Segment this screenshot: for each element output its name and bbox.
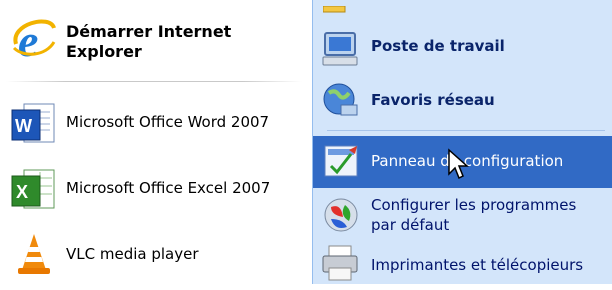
my-computer-label: Poste de travail xyxy=(371,37,505,55)
default-programs-icon xyxy=(319,193,363,237)
left-separator xyxy=(6,81,302,82)
ie-label-line1: Démarrer Internet xyxy=(66,22,232,41)
network-places-label: Favoris réseau xyxy=(371,91,495,109)
vlc-icon xyxy=(10,230,58,278)
printers-label: Imprimantes et télécopieurs xyxy=(371,256,584,274)
ie-label-line2: Explorer xyxy=(66,42,142,61)
control-panel-item[interactable]: Panneau de configuration xyxy=(313,136,612,188)
default-programs-item[interactable]: Configurer les programmes par défaut xyxy=(313,190,612,240)
right-separator xyxy=(327,130,605,131)
excel-icon: X xyxy=(10,166,58,214)
word-label: Microsoft Office Word 2007 xyxy=(66,113,270,131)
svg-text:X: X xyxy=(16,182,28,202)
network-places-item[interactable]: Favoris réseau xyxy=(313,76,612,126)
printers-item[interactable]: Imprimantes et télécopieurs xyxy=(313,242,612,284)
word-item[interactable]: W Microsoft Office Word 2007 xyxy=(0,96,312,150)
default-programs-line1: Configurer les programmes xyxy=(371,196,577,214)
control-panel-icon xyxy=(319,140,363,184)
vlc-item[interactable]: VLC media player xyxy=(0,228,312,282)
excel-item[interactable]: X Microsoft Office Excel 2007 xyxy=(0,162,312,216)
vlc-label: VLC media player xyxy=(66,245,199,263)
default-programs-label: Configurer les programmes par défaut xyxy=(371,195,576,235)
internet-explorer-item[interactable]: e Démarrer Internet Explorer xyxy=(0,0,312,70)
word-icon: W xyxy=(10,100,58,148)
mouse-cursor xyxy=(447,148,469,184)
network-places-icon xyxy=(319,79,363,123)
svg-text:W: W xyxy=(15,116,32,136)
excel-label: Microsoft Office Excel 2007 xyxy=(66,179,271,197)
folder-icon-partial xyxy=(322,0,347,13)
start-menu-left-pane: e Démarrer Internet Explorer W Microsoft… xyxy=(0,0,312,284)
default-programs-line2: par défaut xyxy=(371,216,450,234)
my-computer-item[interactable]: Poste de travail xyxy=(313,24,612,74)
internet-explorer-icon: e xyxy=(10,14,58,66)
my-computer-icon xyxy=(319,27,363,71)
printers-icon xyxy=(319,242,363,286)
start-menu-right-pane: Poste de travail Favoris réseau Panneau … xyxy=(312,0,612,284)
